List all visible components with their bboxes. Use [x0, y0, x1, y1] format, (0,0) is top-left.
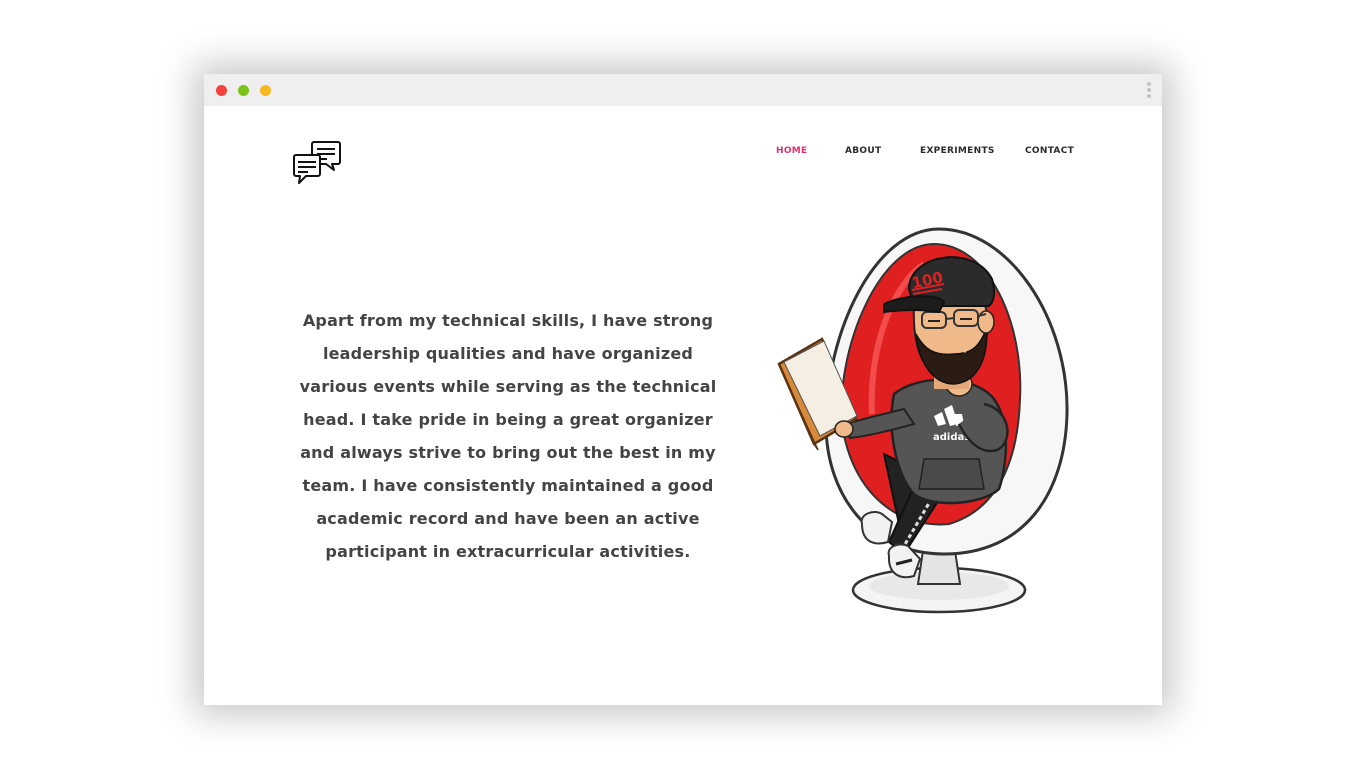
avatar-reading-illustration: adidas 100	[774, 224, 1074, 619]
browser-window: HOME ABOUT EXPERIMENTS CONTACT Apart fro…	[204, 74, 1162, 705]
nav-home-link[interactable]: HOME	[776, 146, 808, 156]
nav-experiments-link[interactable]: EXPERIMENTS	[920, 146, 995, 156]
nav-about-link[interactable]: ABOUT	[845, 146, 881, 156]
nav-contact-link[interactable]: CONTACT	[1025, 146, 1074, 156]
maximize-window-button[interactable]	[260, 85, 271, 96]
chat-bubbles-icon[interactable]	[292, 140, 342, 186]
minimize-window-button[interactable]	[238, 85, 249, 96]
window-titlebar	[204, 74, 1162, 106]
bio-paragraph: Apart from my technical skills, I have s…	[299, 311, 717, 561]
kebab-menu-icon[interactable]	[1146, 82, 1152, 100]
close-window-button[interactable]	[216, 85, 227, 96]
